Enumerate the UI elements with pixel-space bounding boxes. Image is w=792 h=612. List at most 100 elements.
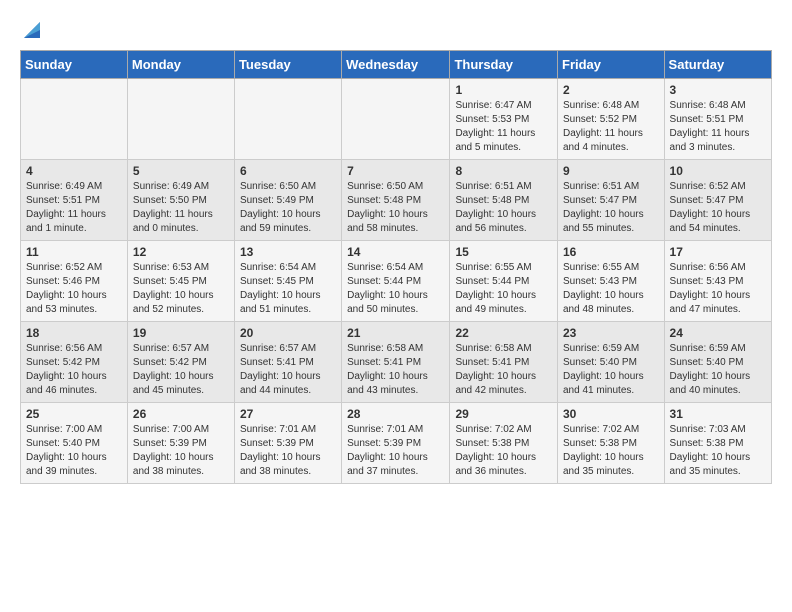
day-info: Sunrise: 6:59 AM Sunset: 5:40 PM Dayligh… bbox=[670, 342, 766, 398]
calendar-cell: 6Sunrise: 6:50 AM Sunset: 5:49 PM Daylig… bbox=[234, 160, 341, 241]
calendar-cell: 30 Sunrise: 7:02 AM Sunset: 5:38 PM Dayli… bbox=[558, 403, 665, 484]
column-header-thursday: Thursday bbox=[450, 51, 558, 79]
day-info: Sunrise: 6:49 AM Sunset: 5:51 PM Dayligh… bbox=[26, 180, 122, 236]
day-info: Sunrise: 7:00 AM Sunset: 5:40 PM Dayligh… bbox=[26, 423, 122, 479]
day-number: 2 bbox=[563, 83, 659, 97]
calendar-cell: 31 Sunrise: 7:03 AM Sunset: 5:38 PM Dayli… bbox=[664, 403, 771, 484]
day-number: 12 bbox=[133, 245, 229, 259]
calendar-cell: 15 Sunrise: 6:55 AM Sunset: 5:44 PM Dayli… bbox=[450, 241, 558, 322]
day-info: Sunrise: 6:57 AM Sunset: 5:42 PM Dayligh… bbox=[133, 342, 229, 398]
day-number: 1 bbox=[455, 83, 552, 97]
day-info: Sunrise: 6:51 AM Sunset: 5:47 PM Dayligh… bbox=[563, 180, 659, 236]
day-number: 5 bbox=[133, 164, 229, 178]
day-number: 30 bbox=[563, 407, 659, 421]
day-info: Sunrise: 6:56 AM Sunset: 5:42 PM Dayligh… bbox=[26, 342, 122, 398]
day-number: 31 bbox=[670, 407, 766, 421]
day-number: 25 bbox=[26, 407, 122, 421]
calendar-cell: 22 Sunrise: 6:58 AM Sunset: 5:41 PM Dayli… bbox=[450, 322, 558, 403]
calendar-cell: 17 Sunrise: 6:56 AM Sunset: 5:43 PM Dayli… bbox=[664, 241, 771, 322]
day-info: Sunrise: 7:03 AM Sunset: 5:38 PM Dayligh… bbox=[670, 423, 766, 479]
day-info: Sunrise: 6:51 AM Sunset: 5:48 PM Dayligh… bbox=[455, 180, 552, 236]
day-info: Sunrise: 6:55 AM Sunset: 5:43 PM Dayligh… bbox=[563, 261, 659, 317]
day-number: 6 bbox=[240, 164, 336, 178]
calendar-cell: 23 Sunrise: 6:59 AM Sunset: 5:40 PM Dayli… bbox=[558, 322, 665, 403]
calendar-cell: 10 Sunrise: 6:52 AM Sunset: 5:47 PM Dayli… bbox=[664, 160, 771, 241]
day-info: Sunrise: 7:02 AM Sunset: 5:38 PM Dayligh… bbox=[563, 423, 659, 479]
column-header-sunday: Sunday bbox=[21, 51, 128, 79]
day-info: Sunrise: 6:48 AM Sunset: 5:51 PM Dayligh… bbox=[670, 99, 766, 155]
column-header-tuesday: Tuesday bbox=[234, 51, 341, 79]
calendar-cell: 28 Sunrise: 7:01 AM Sunset: 5:39 PM Dayli… bbox=[342, 403, 450, 484]
calendar-cell: 7 Sunrise: 6:50 AM Sunset: 5:48 PM Daylig… bbox=[342, 160, 450, 241]
day-number: 10 bbox=[670, 164, 766, 178]
day-number: 14 bbox=[347, 245, 444, 259]
day-info: Sunrise: 6:50 AM Sunset: 5:48 PM Dayligh… bbox=[347, 180, 444, 236]
column-header-wednesday: Wednesday bbox=[342, 51, 450, 79]
calendar-cell: 3 Sunrise: 6:48 AM Sunset: 5:51 PM Daylig… bbox=[664, 79, 771, 160]
day-info: Sunrise: 6:52 AM Sunset: 5:46 PM Dayligh… bbox=[26, 261, 122, 317]
calendar-cell: 16 Sunrise: 6:55 AM Sunset: 5:43 PM Dayli… bbox=[558, 241, 665, 322]
day-number: 24 bbox=[670, 326, 766, 340]
calendar-cell: 1 Sunrise: 6:47 AM Sunset: 5:53 PM Daylig… bbox=[450, 79, 558, 160]
day-info: Sunrise: 6:48 AM Sunset: 5:52 PM Dayligh… bbox=[563, 99, 659, 155]
day-info: Sunrise: 6:59 AM Sunset: 5:40 PM Dayligh… bbox=[563, 342, 659, 398]
day-info: Sunrise: 6:54 AM Sunset: 5:45 PM Dayligh… bbox=[240, 261, 336, 317]
day-info: Sunrise: 7:01 AM Sunset: 5:39 PM Dayligh… bbox=[240, 423, 336, 479]
day-info: Sunrise: 6:49 AM Sunset: 5:50 PM Dayligh… bbox=[133, 180, 229, 236]
day-number: 26 bbox=[133, 407, 229, 421]
day-number: 13 bbox=[240, 245, 336, 259]
column-header-friday: Friday bbox=[558, 51, 665, 79]
day-number: 7 bbox=[347, 164, 444, 178]
calendar-cell: 9Sunrise: 6:51 AM Sunset: 5:47 PM Daylig… bbox=[558, 160, 665, 241]
day-info: Sunrise: 6:53 AM Sunset: 5:45 PM Dayligh… bbox=[133, 261, 229, 317]
calendar-cell bbox=[342, 79, 450, 160]
calendar-header-row: SundayMondayTuesdayWednesdayThursdayFrid… bbox=[21, 51, 772, 79]
column-header-saturday: Saturday bbox=[664, 51, 771, 79]
calendar-cell: 12 Sunrise: 6:53 AM Sunset: 5:45 PM Dayli… bbox=[127, 241, 234, 322]
calendar-cell: 13 Sunrise: 6:54 AM Sunset: 5:45 PM Dayli… bbox=[234, 241, 341, 322]
day-number: 23 bbox=[563, 326, 659, 340]
calendar-cell: 20Sunrise: 6:57 AM Sunset: 5:41 PM Dayli… bbox=[234, 322, 341, 403]
calendar-cell: 19 Sunrise: 6:57 AM Sunset: 5:42 PM Dayli… bbox=[127, 322, 234, 403]
calendar-table: SundayMondayTuesdayWednesdayThursdayFrid… bbox=[20, 50, 772, 484]
day-info: Sunrise: 6:54 AM Sunset: 5:44 PM Dayligh… bbox=[347, 261, 444, 317]
day-info: Sunrise: 6:47 AM Sunset: 5:53 PM Dayligh… bbox=[455, 99, 552, 155]
day-info: Sunrise: 6:56 AM Sunset: 5:43 PM Dayligh… bbox=[670, 261, 766, 317]
calendar-cell: 26Sunrise: 7:00 AM Sunset: 5:39 PM Dayli… bbox=[127, 403, 234, 484]
day-number: 27 bbox=[240, 407, 336, 421]
day-info: Sunrise: 6:58 AM Sunset: 5:41 PM Dayligh… bbox=[455, 342, 552, 398]
header bbox=[20, 20, 772, 40]
day-number: 21 bbox=[347, 326, 444, 340]
calendar-cell bbox=[234, 79, 341, 160]
day-number: 29 bbox=[455, 407, 552, 421]
calendar-week-row: 4 Sunrise: 6:49 AM Sunset: 5:51 PM Daylig… bbox=[21, 160, 772, 241]
day-number: 3 bbox=[670, 83, 766, 97]
calendar-week-row: 1 Sunrise: 6:47 AM Sunset: 5:53 PM Daylig… bbox=[21, 79, 772, 160]
calendar-cell: 14 Sunrise: 6:54 AM Sunset: 5:44 PM Dayli… bbox=[342, 241, 450, 322]
day-number: 20 bbox=[240, 326, 336, 340]
day-info: Sunrise: 6:55 AM Sunset: 5:44 PM Dayligh… bbox=[455, 261, 552, 317]
calendar-week-row: 18Sunrise: 6:56 AM Sunset: 5:42 PM Dayli… bbox=[21, 322, 772, 403]
day-number: 22 bbox=[455, 326, 552, 340]
calendar-cell: 8 Sunrise: 6:51 AM Sunset: 5:48 PM Daylig… bbox=[450, 160, 558, 241]
day-number: 11 bbox=[26, 245, 122, 259]
calendar-cell: 29 Sunrise: 7:02 AM Sunset: 5:38 PM Dayli… bbox=[450, 403, 558, 484]
day-number: 15 bbox=[455, 245, 552, 259]
calendar-week-row: 11 Sunrise: 6:52 AM Sunset: 5:46 PM Dayli… bbox=[21, 241, 772, 322]
day-info: Sunrise: 6:52 AM Sunset: 5:47 PM Dayligh… bbox=[670, 180, 766, 236]
column-header-monday: Monday bbox=[127, 51, 234, 79]
day-number: 19 bbox=[133, 326, 229, 340]
logo bbox=[20, 20, 42, 40]
day-info: Sunrise: 6:58 AM Sunset: 5:41 PM Dayligh… bbox=[347, 342, 444, 398]
calendar-cell: 21 Sunrise: 6:58 AM Sunset: 5:41 PM Dayli… bbox=[342, 322, 450, 403]
day-number: 4 bbox=[26, 164, 122, 178]
day-number: 17 bbox=[670, 245, 766, 259]
day-number: 16 bbox=[563, 245, 659, 259]
day-number: 8 bbox=[455, 164, 552, 178]
day-info: Sunrise: 7:01 AM Sunset: 5:39 PM Dayligh… bbox=[347, 423, 444, 479]
calendar-cell: 24 Sunrise: 6:59 AM Sunset: 5:40 PM Dayli… bbox=[664, 322, 771, 403]
day-number: 28 bbox=[347, 407, 444, 421]
calendar-cell bbox=[127, 79, 234, 160]
logo-arrow-icon bbox=[22, 20, 42, 40]
day-info: Sunrise: 7:02 AM Sunset: 5:38 PM Dayligh… bbox=[455, 423, 552, 479]
